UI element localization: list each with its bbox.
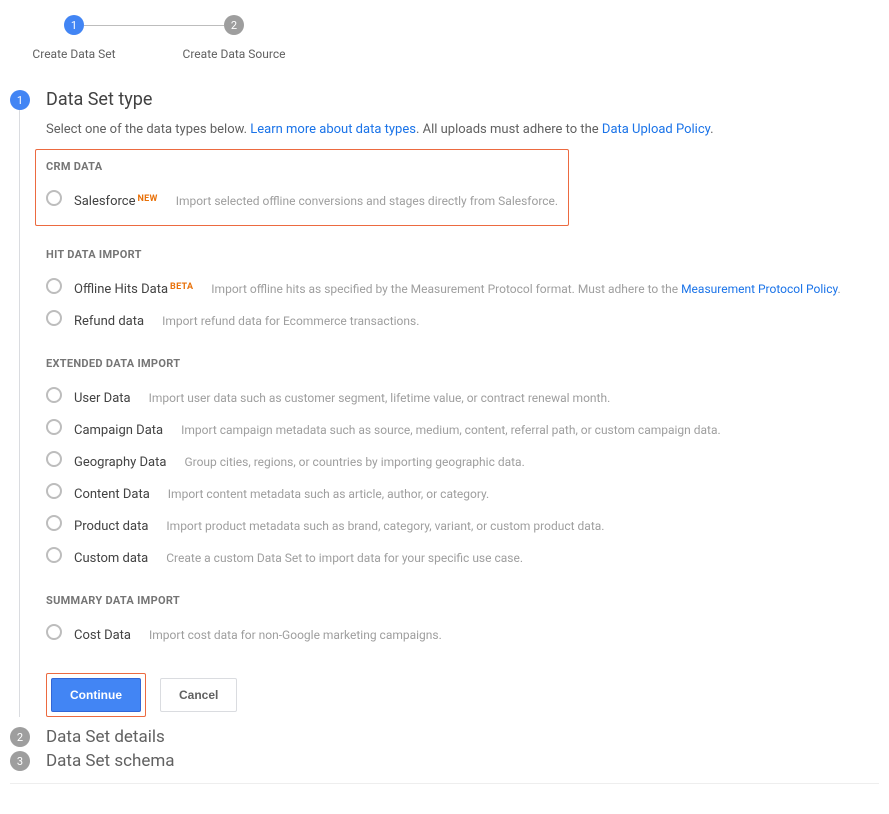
group-header-sum: SUMMARY DATA IMPORT	[46, 594, 879, 607]
option-desc-geo: Group cities, regions, or countries by i…	[184, 455, 524, 469]
section-subtitle: Select one of the data types below. Lear…	[46, 122, 879, 137]
stepper-circle-1: 1	[64, 15, 84, 35]
option-desc-content: Import content metadata such as article,…	[168, 487, 489, 501]
option-cost[interactable]: Cost Data Import cost data for non-Googl…	[46, 617, 879, 649]
badge-new: NEW	[137, 194, 157, 204]
option-desc-cost: Import cost data for non-Google marketin…	[149, 628, 442, 642]
stepper-label-2: Create Data Source	[183, 47, 286, 61]
crm-data-highlight: CRM DATA SalesforceNEW Import selected o…	[35, 149, 569, 226]
data-upload-policy-link[interactable]: Data Upload Policy	[602, 122, 710, 137]
radio-offline[interactable]	[46, 278, 62, 294]
radio-custom[interactable]	[46, 547, 62, 563]
cancel-button[interactable]: Cancel	[160, 678, 237, 712]
stepper-label-1: Create Data Set	[32, 47, 115, 61]
option-desc-custom: Create a custom Data Set to import data …	[166, 551, 523, 565]
option-label-cost: Cost Data	[74, 628, 131, 643]
continue-highlight: Continue	[46, 673, 146, 717]
option-desc-campaign: Import campaign metadata such as source,…	[181, 423, 721, 437]
option-label-salesforce: SalesforceNEW	[74, 194, 158, 209]
option-salesforce[interactable]: SalesforceNEW Import selected offline co…	[46, 183, 558, 215]
option-desc-user: Import user data such as customer segmen…	[149, 391, 611, 405]
option-desc-salesforce: Import selected offline conversions and …	[176, 194, 558, 208]
option-desc-refund: Import refund data for Ecommerce transac…	[162, 314, 419, 328]
stepper-step-1[interactable]: 1 Create Data Set	[64, 15, 84, 35]
radio-product[interactable]	[46, 515, 62, 531]
stepper: 1 Create Data Set 2 Create Data Source	[10, 10, 879, 50]
stepper-line	[84, 25, 224, 26]
radio-geo[interactable]	[46, 451, 62, 467]
radio-cost[interactable]	[46, 624, 62, 640]
option-label-content: Content Data	[74, 487, 150, 502]
section-num-2: 2	[10, 727, 30, 747]
subtitle-text-a: Select one of the data types below.	[46, 122, 250, 137]
radio-refund[interactable]	[46, 310, 62, 326]
option-content[interactable]: Content Data Import content metadata suc…	[46, 476, 879, 508]
stepper-step-2[interactable]: 2 Create Data Source	[224, 15, 244, 35]
action-row: Continue Cancel	[46, 673, 879, 717]
option-label-campaign: Campaign Data	[74, 423, 163, 438]
section-title-type: Data Set type	[46, 90, 879, 110]
option-refund[interactable]: Refund data Import refund data for Ecomm…	[46, 303, 879, 335]
continue-button[interactable]: Continue	[51, 678, 141, 712]
option-campaign[interactable]: Campaign Data Import campaign metadata s…	[46, 412, 879, 444]
option-label-custom: Custom data	[74, 551, 148, 566]
option-desc-offline: Import offline hits as specified by the …	[211, 282, 840, 296]
divider	[10, 783, 879, 784]
option-user[interactable]: User Data Import user data such as custo…	[46, 380, 879, 412]
option-geo[interactable]: Geography Data Group cities, regions, or…	[46, 444, 879, 476]
option-label-user: User Data	[74, 391, 131, 406]
option-offline-hits[interactable]: Offline Hits DataBETA Import offline hit…	[46, 271, 879, 303]
badge-beta: BETA	[170, 282, 193, 292]
radio-salesforce[interactable]	[46, 190, 62, 206]
group-header-ext: EXTENDED DATA IMPORT	[46, 357, 879, 370]
section-title-schema: Data Set schema	[46, 751, 175, 771]
section-vline	[19, 110, 20, 717]
section-num-3: 3	[10, 751, 30, 771]
option-desc-product: Import product metadata such as brand, c…	[166, 519, 604, 533]
option-label-offline: Offline Hits DataBETA	[74, 282, 193, 297]
subtitle-text-b: . All uploads must adhere to the	[416, 122, 602, 137]
option-label-product: Product data	[74, 519, 148, 534]
group-header-crm: CRM DATA	[46, 160, 558, 173]
section-data-set-details: 2 Data Set details	[10, 727, 879, 747]
radio-content[interactable]	[46, 483, 62, 499]
radio-user[interactable]	[46, 387, 62, 403]
section-data-set-schema: 3 Data Set schema	[10, 751, 879, 771]
option-custom[interactable]: Custom data Create a custom Data Set to …	[46, 540, 879, 572]
option-product[interactable]: Product data Import product metadata suc…	[46, 508, 879, 540]
measurement-protocol-link[interactable]: Measurement Protocol Policy	[681, 282, 837, 296]
radio-campaign[interactable]	[46, 419, 62, 435]
section-data-set-type: 1 Data Set type Select one of the data t…	[10, 90, 879, 717]
option-label-refund: Refund data	[74, 314, 144, 329]
option-label-geo: Geography Data	[74, 455, 166, 470]
stepper-circle-2: 2	[224, 15, 244, 35]
section-title-details: Data Set details	[46, 727, 165, 747]
group-header-hit: HIT DATA IMPORT	[46, 248, 879, 261]
subtitle-text-c: .	[710, 122, 713, 137]
section-num-1: 1	[10, 90, 30, 110]
learn-more-link[interactable]: Learn more about data types	[250, 122, 416, 137]
